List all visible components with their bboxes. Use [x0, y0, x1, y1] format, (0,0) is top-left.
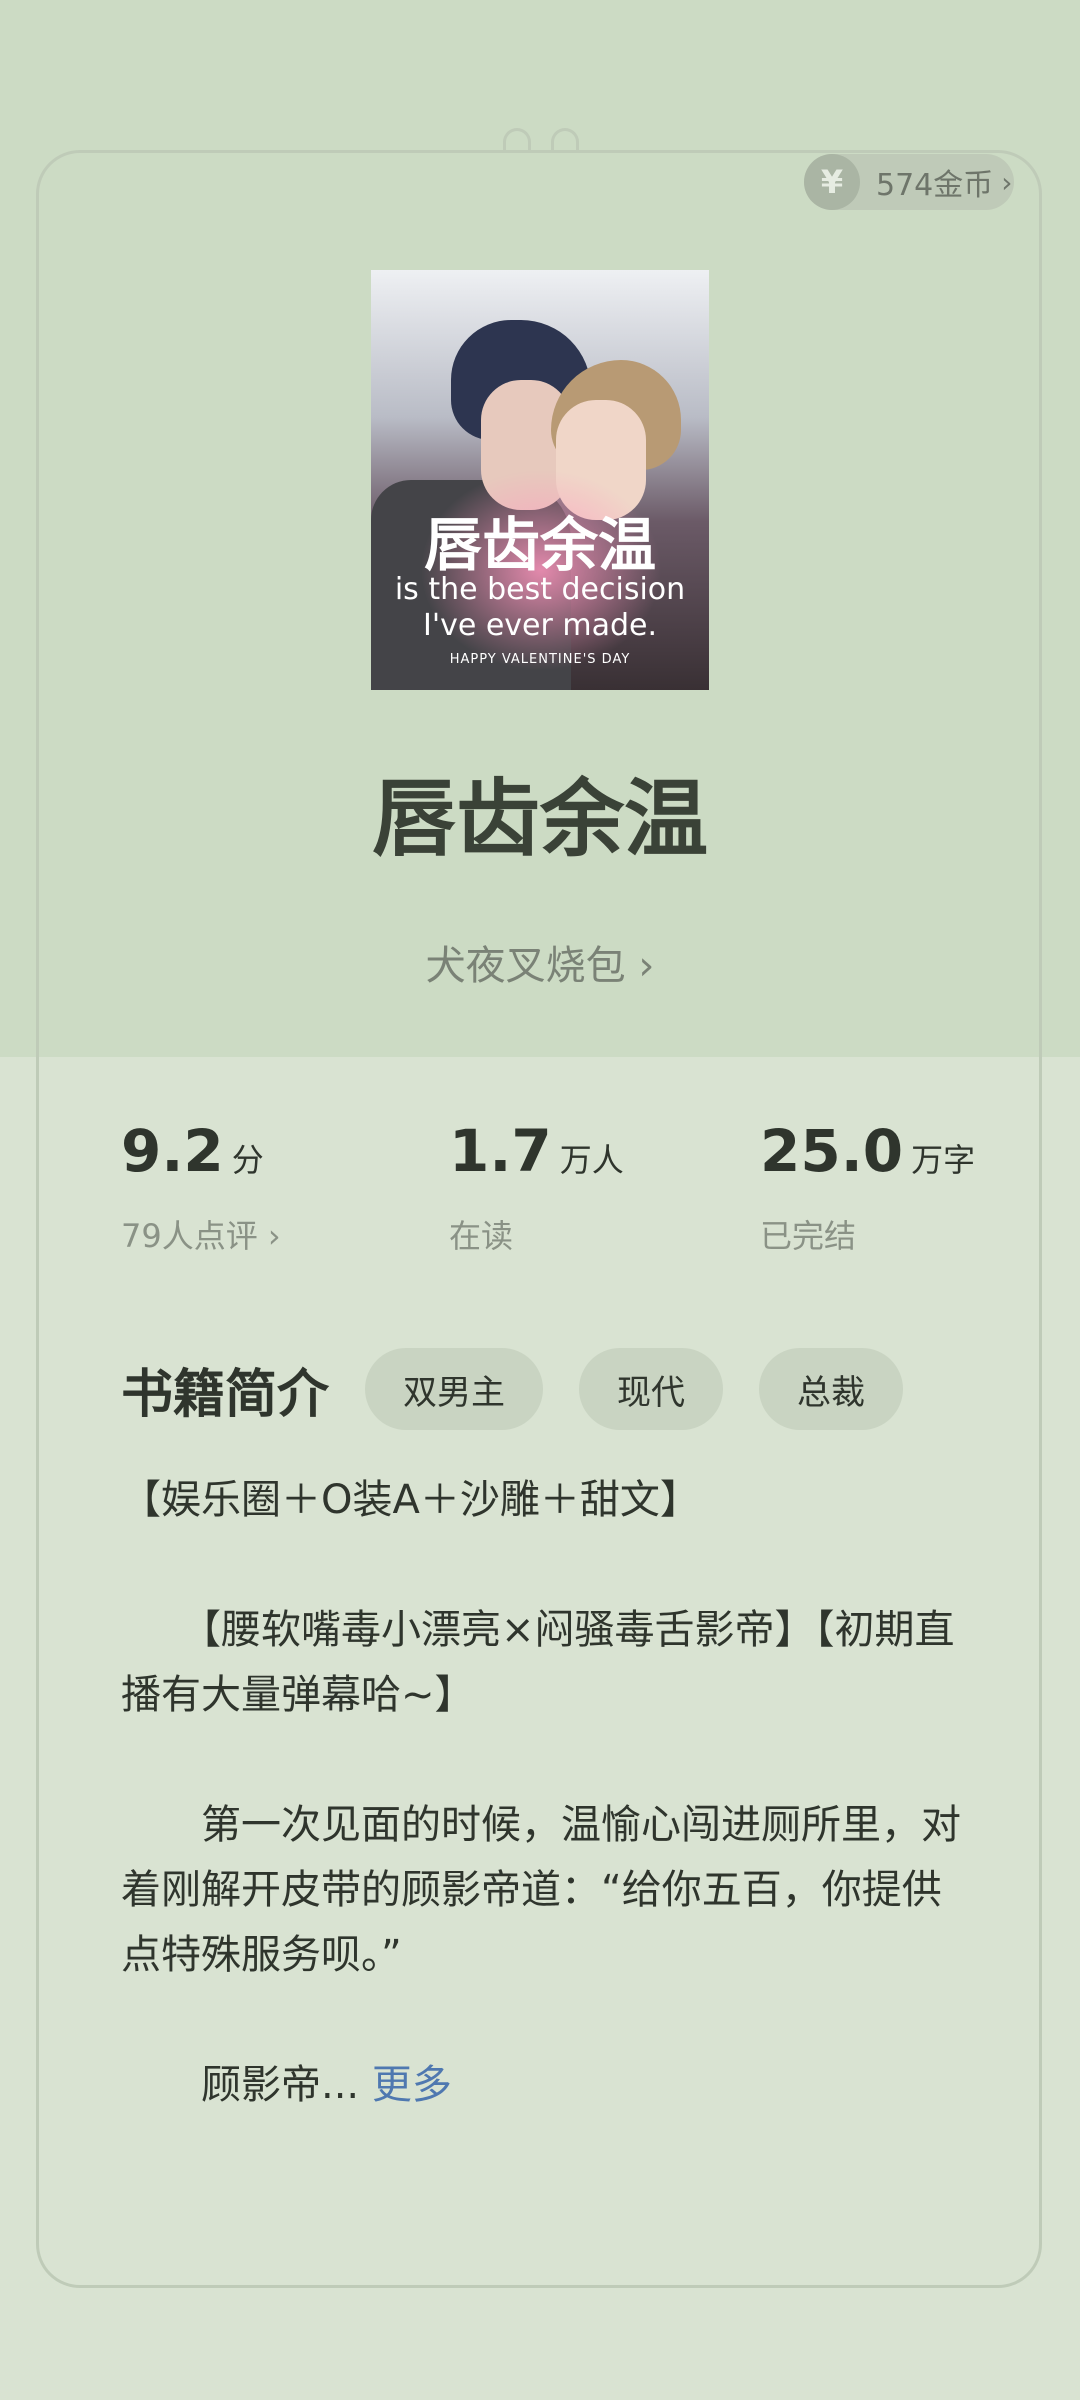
rating-unit: 分: [231, 1141, 264, 1179]
intro-title: 书籍简介: [121, 1364, 330, 1425]
notch-left-hook: [503, 128, 531, 150]
book-title: 唇齿余温: [371, 770, 708, 868]
more-link[interactable]: 更多: [372, 2062, 452, 2108]
readers-stat: 1.7 万人 在读: [449, 1117, 624, 1257]
intro-header: 书籍简介 双男主 现代 总裁: [121, 1348, 939, 1430]
readers-unit: 万人: [559, 1141, 624, 1179]
intro-description: 【娱乐圈＋O装A＋沙雕＋甜文】 【腰软嘴毒小漂亮×闷骚毒舌影帝】【初期直播有大量…: [121, 1468, 961, 2118]
wordcount-value: 25.0: [760, 1117, 904, 1185]
author-link[interactable]: 犬夜叉烧包 ›: [0, 933, 1080, 991]
cover-caption: HAPPY VALENTINE'S DAY: [449, 652, 631, 667]
book-cover[interactable]: 唇齿余温 is the best decision I've ever made…: [371, 270, 709, 690]
yen-coin-icon: ¥: [804, 154, 860, 210]
coin-balance-button[interactable]: ¥ 574金币 ›: [804, 154, 1014, 210]
rating-stat[interactable]: 9.2 分 79人点评 ›: [121, 1117, 281, 1257]
tag-chip[interactable]: 总裁: [759, 1348, 904, 1430]
chevron-right-icon: ›: [1001, 165, 1013, 199]
review-count-link[interactable]: 79人点评 ›: [121, 1211, 281, 1257]
cover-title: 唇齿余温: [423, 511, 656, 579]
readers-label: 在读: [449, 1217, 514, 1255]
wordcount-stat: 25.0 万字 已完结: [760, 1117, 975, 1257]
rating-value: 9.2: [121, 1117, 224, 1185]
cover-tagline: is the best decision: [394, 572, 686, 607]
intro-text: 【娱乐圈＋O装A＋沙雕＋甜文】 【腰软嘴毒小漂亮×闷骚毒舌影帝】【初期直播有大量…: [121, 1477, 961, 2108]
notch-right-hook: [551, 128, 579, 150]
tag-chip[interactable]: 现代: [579, 1348, 724, 1430]
tag-chip[interactable]: 双男主: [365, 1348, 544, 1430]
wordcount-unit: 万字: [911, 1141, 976, 1179]
cover-tagline: I've ever made.: [422, 608, 658, 643]
status-label: 已完结: [760, 1217, 857, 1255]
coin-balance-label: 574金币: [876, 168, 994, 203]
readers-value: 1.7: [449, 1117, 552, 1185]
